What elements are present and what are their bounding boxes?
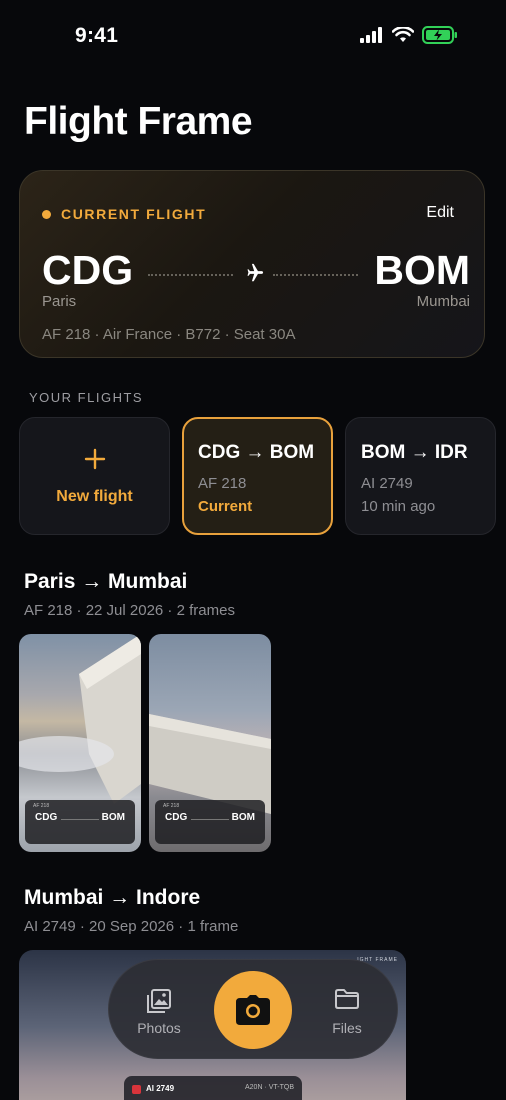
wifi-icon [392,27,414,42]
flight-tile-code: AI 2749 [361,475,413,492]
flight-details: AF 218 · Air France · B772 · Seat 30A [42,326,296,343]
flight-tile-code: AF 218 [198,475,247,492]
frame-destination: BOM [231,812,255,823]
trip-meta: AF 218 · 22 Jul 2026 · 2 frames [24,602,235,619]
flight-tile-bom-idr[interactable]: BOM → IDR AI 2749 10 min ago [345,417,496,535]
flight-tile-route: BOM → IDR [361,442,468,463]
flight-tile-route: CDG → BOM [198,442,315,463]
app-screen: 9:41 Flight Frame CURRENT FLIGHT Edit CD… [0,0,506,1100]
frame-origin: CDG [165,812,188,823]
route-dots-right [273,274,358,276]
frame-flight: AF 218 [33,803,50,809]
frame-route-line [191,819,229,820]
signal-icon [360,27,382,43]
frame-card: AF 218 CDG BOM [25,800,135,844]
bottom-action-bar: Photos Files [108,959,398,1059]
flight-tile-current[interactable]: CDG → BOM AF 218 Current [182,417,333,535]
photos-label: Photos [137,1020,181,1036]
frame-card: AI 2749 A20N · VT-TQB [124,1076,302,1100]
frame-origin: CDG [35,812,58,823]
photos-icon [147,989,171,1013]
camera-button[interactable] [214,971,292,1049]
destination-code: BOM [374,247,470,293]
plus-icon [20,446,169,476]
flight-tile-status: Current [198,498,253,515]
photos-button[interactable]: Photos [119,988,199,1036]
plane-icon [247,263,264,282]
origin-code: CDG [42,247,134,293]
frame-destination: BOM [101,812,125,823]
flight-tile-status: 10 min ago [361,498,436,515]
battery-icon [422,26,457,44]
destination-city: Mumbai [416,293,470,310]
route-line [148,261,358,287]
route-dots-left [148,274,233,276]
your-flights-heading: YOUR FLIGHTS [29,390,144,405]
frame-route-line [61,819,99,820]
status-icons [360,26,458,44]
trip-title: Mumbai → Indore [24,886,201,909]
frame-thumbnail[interactable]: AF 218 CDG BOM [149,634,271,852]
frame-card: AF 218 CDG BOM [155,800,265,844]
frame-thumbnail[interactable]: AF 218 CDG BOM [19,634,141,852]
new-flight-button[interactable]: New flight [19,417,170,535]
folder-icon [335,989,359,1009]
new-flight-label: New flight [56,488,133,505]
files-button[interactable]: Files [307,988,387,1036]
origin-city: Paris [42,293,77,310]
frame-flight: AF 218 [163,803,180,809]
trip-meta: AI 2749 · 20 Sep 2026 · 1 frame [24,918,239,935]
edit-button[interactable]: Edit [426,204,454,222]
frame-flight: AI 2749 [146,1084,175,1093]
trip-title: Paris → Mumbai [24,570,188,593]
status-dot [42,209,51,219]
airline-logo-icon [132,1085,141,1094]
status-bar: 9:41 [0,0,506,70]
camera-icon [236,995,270,1025]
current-flight-label-text: CURRENT FLIGHT [61,206,207,222]
status-time: 9:41 [75,24,119,47]
current-flight-label: CURRENT FLIGHT [42,206,206,222]
files-label: Files [332,1020,362,1036]
page-title: Flight Frame [24,100,253,143]
frame-aircraft: A20N · VT-TQB [244,1084,294,1091]
current-flight-card[interactable]: CURRENT FLIGHT Edit CDG Paris BOM Mumbai… [19,170,485,358]
